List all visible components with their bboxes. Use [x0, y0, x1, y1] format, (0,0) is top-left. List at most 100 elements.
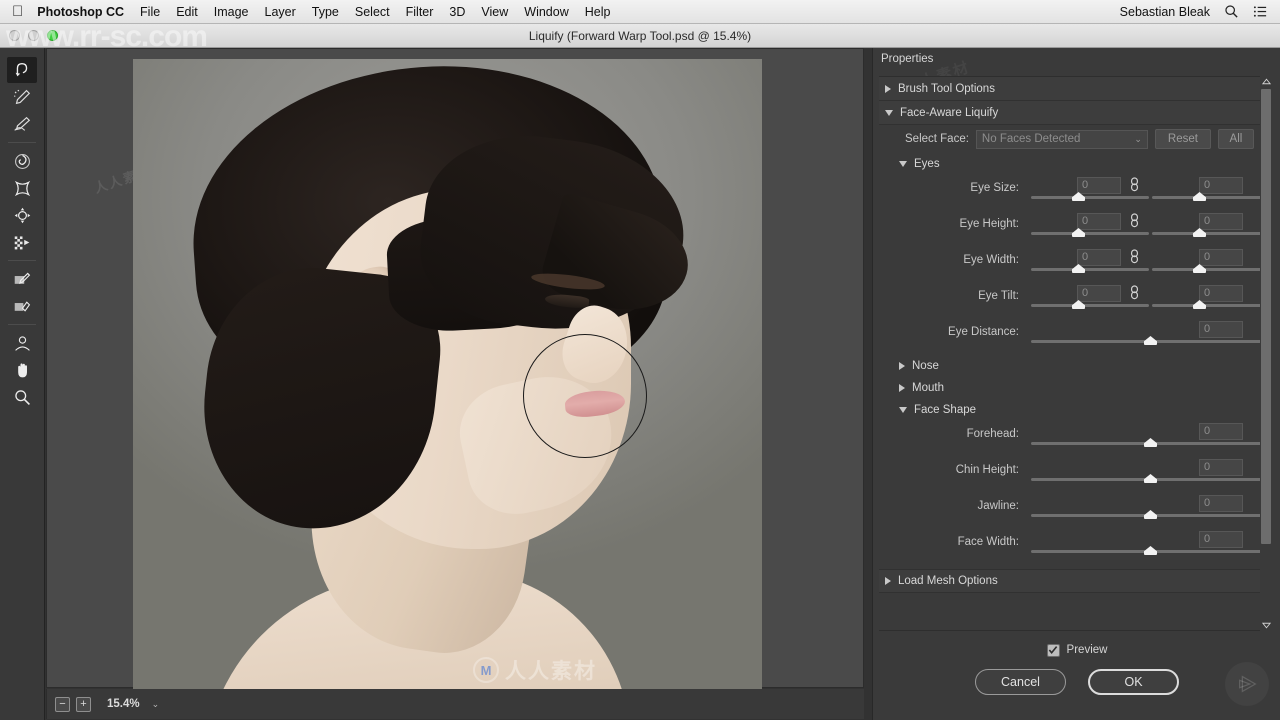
all-button[interactable]: All	[1217, 129, 1254, 149]
chevron-right-icon[interactable]	[885, 84, 891, 93]
eye-width-left-value[interactable]: 0	[1077, 249, 1121, 266]
menu-type[interactable]: Type	[312, 5, 339, 19]
jawline-knob[interactable]	[1144, 510, 1157, 519]
cancel-button[interactable]: Cancel	[975, 669, 1066, 695]
eye-size-right-value[interactable]: 0	[1199, 177, 1243, 194]
menu-filter[interactable]: Filter	[406, 5, 434, 19]
app-name-label[interactable]: Photoshop CC	[37, 5, 124, 19]
eye-height-left-track[interactable]	[1031, 232, 1149, 235]
link-icon[interactable]	[1129, 177, 1140, 192]
properties-scrollbar[interactable]	[1260, 76, 1272, 631]
menu-layer[interactable]: Layer	[265, 5, 296, 19]
section-nose[interactable]: Nose	[879, 355, 1267, 377]
liquify-canvas[interactable]: 人人素材 人人素材 人人素材 M	[46, 48, 864, 689]
eye-size-right-track[interactable]	[1152, 196, 1267, 199]
forehead-knob[interactable]	[1144, 438, 1157, 447]
menu-image[interactable]: Image	[214, 5, 249, 19]
slider-label: Face Width:	[957, 536, 1019, 548]
menu-view[interactable]: View	[481, 5, 508, 19]
section-label: Face Shape	[914, 404, 977, 416]
face-width-knob[interactable]	[1144, 546, 1157, 555]
menu-window[interactable]: Window	[524, 5, 568, 19]
section-label: Load Mesh Options	[898, 575, 998, 587]
jawline-value[interactable]: 0	[1199, 495, 1243, 512]
eye-tilt-right-track[interactable]	[1152, 304, 1267, 307]
forward-warp-tool[interactable]	[7, 57, 37, 83]
zoom-tool[interactable]	[7, 384, 37, 410]
user-name-label[interactable]: Sebastian Bleak	[1120, 5, 1210, 19]
chevron-down-icon[interactable]	[899, 161, 907, 167]
reset-button[interactable]: Reset	[1154, 129, 1211, 149]
face-tool[interactable]	[7, 330, 37, 356]
canvas-statusbar: − + 15.4% ⌄	[46, 689, 864, 719]
menu-help[interactable]: Help	[585, 5, 611, 19]
chevron-down-icon[interactable]	[899, 407, 907, 413]
apple-logo-icon[interactable]: 	[12, 4, 23, 19]
macos-menubar:  Photoshop CC File Edit Image Layer Typ…	[0, 0, 1280, 24]
eye-distance-knob[interactable]	[1144, 336, 1157, 345]
scroll-up-arrow-icon[interactable]	[1260, 76, 1272, 87]
link-icon[interactable]	[1129, 213, 1140, 228]
chevron-right-icon[interactable]	[899, 384, 905, 392]
list-menu-icon[interactable]	[1253, 4, 1268, 19]
freeze-mask-tool[interactable]	[7, 266, 37, 292]
thaw-mask-tool[interactable]	[7, 293, 37, 319]
section-face-aware-liquify[interactable]: Face-Aware Liquify	[879, 101, 1267, 125]
eye-tilt-right-value[interactable]: 0	[1199, 285, 1243, 302]
eye-width-right-track[interactable]	[1152, 268, 1267, 271]
search-icon[interactable]	[1224, 4, 1239, 19]
eye-height-right-value[interactable]: 0	[1199, 213, 1243, 230]
face-width-value[interactable]: 0	[1199, 531, 1243, 548]
menu-3d[interactable]: 3D	[449, 5, 465, 19]
section-label: Brush Tool Options	[898, 82, 995, 95]
chevron-down-icon[interactable]	[885, 109, 893, 116]
bloat-tool[interactable]	[7, 202, 37, 228]
slider-jawline: Jawline: 0	[879, 493, 1267, 529]
chin-height-value[interactable]: 0	[1199, 459, 1243, 476]
section-mouth[interactable]: Mouth	[879, 377, 1267, 399]
slider-label: Chin Height:	[955, 464, 1019, 476]
properties-panel: Properties 人人素材 人人素材 人人素材 Brush Tool Opt…	[872, 48, 1280, 720]
eye-height-right-track[interactable]	[1152, 232, 1267, 235]
select-face-dropdown[interactable]: No Faces Detected ⌄	[975, 129, 1148, 149]
eye-tilt-left-value[interactable]: 0	[1077, 285, 1121, 302]
section-label: Nose	[912, 360, 939, 372]
menu-file[interactable]: File	[140, 5, 160, 19]
document-image[interactable]: M 人人素材	[133, 59, 762, 689]
menu-edit[interactable]: Edit	[176, 5, 198, 19]
chevron-right-icon[interactable]	[899, 362, 905, 370]
section-load-mesh-options[interactable]: Load Mesh Options	[879, 569, 1267, 593]
link-icon[interactable]	[1129, 285, 1140, 300]
chevron-right-icon[interactable]	[885, 577, 891, 585]
section-eyes[interactable]: Eyes	[879, 153, 1267, 175]
eye-distance-value[interactable]: 0	[1199, 321, 1243, 338]
link-icon[interactable]	[1129, 249, 1140, 264]
scroll-down-arrow-icon[interactable]	[1260, 620, 1272, 631]
menu-select[interactable]: Select	[355, 5, 390, 19]
reconstruct-tool[interactable]	[7, 84, 37, 110]
chin-height-knob[interactable]	[1144, 474, 1157, 483]
ok-button[interactable]: OK	[1088, 669, 1179, 695]
section-brush-tool-options[interactable]: Brush Tool Options	[879, 77, 1267, 101]
image-watermark: M 人人素材	[473, 655, 597, 685]
slider-eye-size: Eye Size: 0 0	[879, 175, 1267, 211]
pucker-tool[interactable]	[7, 175, 37, 201]
hand-tool[interactable]	[7, 357, 37, 383]
section-face-shape[interactable]: Face Shape	[879, 399, 1267, 421]
eye-width-left-track[interactable]	[1031, 268, 1149, 271]
eye-size-left-track[interactable]	[1031, 196, 1149, 199]
zoom-in-button[interactable]: +	[76, 696, 91, 712]
twirl-clockwise-tool[interactable]	[7, 148, 37, 174]
eye-size-left-value[interactable]: 0	[1077, 177, 1121, 194]
eye-tilt-left-track[interactable]	[1031, 304, 1149, 307]
zoom-out-button[interactable]: −	[55, 696, 70, 712]
preview-checkbox[interactable]	[1046, 643, 1060, 657]
scrollbar-thumb[interactable]	[1261, 89, 1271, 544]
forehead-value[interactable]: 0	[1199, 423, 1243, 440]
zoom-dropdown-caret-icon[interactable]: ⌄	[152, 699, 160, 710]
eye-height-left-value[interactable]: 0	[1077, 213, 1121, 230]
smooth-tool[interactable]	[7, 111, 37, 137]
properties-title: Properties	[873, 48, 1280, 70]
push-left-tool[interactable]	[7, 229, 37, 255]
eye-width-right-value[interactable]: 0	[1199, 249, 1243, 266]
